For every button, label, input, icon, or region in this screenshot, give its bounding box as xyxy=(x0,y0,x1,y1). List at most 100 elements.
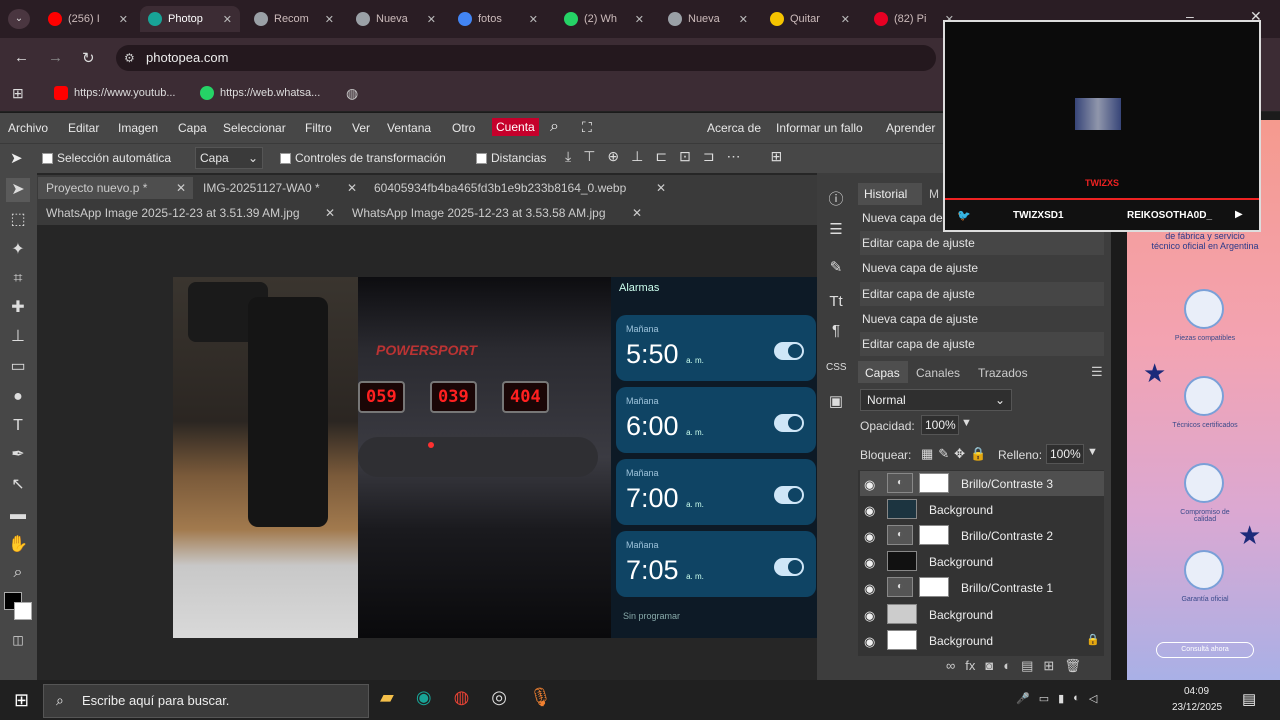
character-icon[interactable]: Tt xyxy=(826,293,846,313)
chrome-icon[interactable]: ◍ xyxy=(454,687,470,708)
auto-select-option[interactable]: Selección automática xyxy=(42,151,171,165)
app-tray-icon[interactable]: ◐ xyxy=(1073,692,1080,705)
doc-tab[interactable]: 60405934fb4ba465fd3b1e9b233b8164_0.webp xyxy=(374,181,626,195)
transform-controls-option[interactable]: Controles de transformación xyxy=(280,151,446,165)
history-item[interactable]: Editar capa de ajuste xyxy=(860,231,1104,255)
lock-icons[interactable]: ▦✎✥🔒 xyxy=(921,446,991,462)
effects-icon[interactable]: fx xyxy=(965,658,975,674)
pen-tool-icon[interactable]: ✒ xyxy=(6,443,30,467)
tab-layers[interactable]: Capas xyxy=(865,366,900,380)
marquee-tool-icon[interactable]: ⬚ xyxy=(6,208,30,232)
browser-tab[interactable]: Photop ✕ xyxy=(140,6,240,32)
visibility-eye-icon[interactable]: ◉ xyxy=(864,581,875,597)
distances-checkbox[interactable] xyxy=(476,152,487,164)
close-tab-icon[interactable]: ✕ xyxy=(119,13,128,26)
visibility-eye-icon[interactable]: ◉ xyxy=(864,477,875,493)
fill-input[interactable]: 100% xyxy=(1046,444,1084,464)
distribute-icon[interactable]: ⋯ xyxy=(727,148,741,165)
align-bottom-icon[interactable]: ⊥ xyxy=(631,148,643,165)
close-tab-icon[interactable]: ✕ xyxy=(529,13,538,26)
image-icon[interactable]: ▣ xyxy=(826,392,846,412)
layer-mode-select[interactable]: Capa ⌄ xyxy=(195,147,263,169)
site-info-icon[interactable]: ⚙ xyxy=(124,51,135,65)
quick-mask-icon[interactable]: ◫ xyxy=(6,628,30,652)
align-right-icon[interactable]: ⊐ xyxy=(703,148,715,165)
file-explorer-icon[interactable]: ▰ xyxy=(380,687,394,708)
paragraph-icon[interactable]: ¶ xyxy=(826,322,846,342)
healing-brush-icon[interactable]: ✚ xyxy=(6,296,30,320)
visibility-eye-icon[interactable]: ◉ xyxy=(864,634,875,650)
volume-icon[interactable]: ◁ xyxy=(1089,692,1097,705)
adjustment-layer-icon[interactable]: ◐ xyxy=(1003,658,1011,674)
hand-tool-icon[interactable]: ✋ xyxy=(6,533,30,557)
tab-m[interactable]: M xyxy=(929,187,939,201)
menu-filtro[interactable]: Filtro xyxy=(305,121,332,135)
bookmark-youtube[interactable]: https://www.youtub... xyxy=(54,86,176,100)
close-icon[interactable]: ✕ xyxy=(176,181,186,195)
back-icon[interactable]: ← xyxy=(14,49,29,66)
obs-icon[interactable]: ◎ xyxy=(491,687,507,708)
close-tab-icon[interactable]: ✕ xyxy=(325,13,334,26)
link-icon[interactable]: ∞ xyxy=(946,658,955,674)
history-item[interactable]: Nueva capa de ajuste xyxy=(860,307,1104,331)
crop-tool-icon[interactable]: ⌗ xyxy=(6,267,30,291)
browser-tab[interactable]: Recom ✕ xyxy=(246,6,342,32)
close-tab-icon[interactable]: ✕ xyxy=(841,13,850,26)
menu-about[interactable]: Acerca de xyxy=(707,121,761,135)
mic-icon[interactable]: 🎤 xyxy=(1016,692,1030,705)
mask-icon[interactable]: ◙ xyxy=(985,658,993,674)
shape-tool-icon[interactable]: ▬ xyxy=(6,503,30,527)
network-icon[interactable]: ▭ xyxy=(1039,692,1049,705)
menu-otro[interactable]: Otro xyxy=(452,121,475,135)
align-middle-icon[interactable]: ⊕ xyxy=(607,148,619,165)
browser-tab[interactable]: Nueva ✕ xyxy=(348,6,444,32)
windows-start-icon[interactable]: ⊞ xyxy=(14,690,29,711)
browser-tab[interactable]: Nueva ✕ xyxy=(660,6,756,32)
opacity-input[interactable]: 100% xyxy=(921,415,959,435)
download-icon[interactable]: ⤓ xyxy=(565,148,571,165)
close-tab-icon[interactable]: ✕ xyxy=(427,13,436,26)
visibility-eye-icon[interactable]: ◉ xyxy=(864,503,875,519)
align-left-icon[interactable]: ⊏ xyxy=(655,148,667,165)
visibility-eye-icon[interactable]: ◉ xyxy=(864,608,875,624)
path-select-icon[interactable]: ↖ xyxy=(6,473,30,497)
clock-time[interactable]: 04:09 xyxy=(1184,686,1209,697)
panel-menu-icon[interactable]: ☰ xyxy=(1091,364,1103,380)
doc-tab[interactable]: IMG-20251127-WA0 * xyxy=(203,181,320,195)
browser-tab[interactable]: fotos ✕ xyxy=(450,6,546,32)
history-item[interactable]: Nueva capa de ajuste xyxy=(860,256,1104,280)
caret-down-icon[interactable]: ▼ xyxy=(961,417,972,429)
grid-icon[interactable]: ⊞ xyxy=(771,148,783,165)
brush-icon[interactable]: ✎ xyxy=(826,258,846,278)
reload-icon[interactable]: ↻ xyxy=(82,49,95,67)
visibility-eye-icon[interactable]: ◉ xyxy=(864,529,875,545)
tab-channels[interactable]: Canales xyxy=(916,366,960,380)
doc-tab[interactable]: Proyecto nuevo.p * xyxy=(46,181,147,195)
close-tab-icon[interactable]: ✕ xyxy=(739,13,748,26)
browser-tab[interactable]: (2) Wh ✕ xyxy=(556,6,652,32)
close-icon[interactable]: ✕ xyxy=(347,181,357,195)
properties-icon[interactable]: ☰ xyxy=(826,220,846,240)
distances-option[interactable]: Distancias xyxy=(476,151,546,165)
fullscreen-icon[interactable]: ⛶ xyxy=(582,119,592,136)
magic-wand-icon[interactable]: ✦ xyxy=(6,238,30,262)
microphone-icon[interactable]: 🎙 xyxy=(529,687,552,708)
text-tool-icon[interactable]: T xyxy=(6,414,30,438)
background-color[interactable] xyxy=(14,602,32,620)
clock-date[interactable]: 23/12/2025 xyxy=(1172,702,1222,713)
move-tool-icon[interactable]: ➤ xyxy=(6,178,30,202)
history-item[interactable]: Editar capa de ajuste xyxy=(860,332,1104,356)
doc-tab[interactable]: WhatsApp Image 2025-12-23 at 3.53.58 AM.… xyxy=(352,206,606,220)
stamp-tool-icon[interactable]: ⊥ xyxy=(6,325,30,349)
menu-learn[interactable]: Aprender xyxy=(886,121,935,135)
menu-capa[interactable]: Capa xyxy=(178,121,207,135)
folder-icon[interactable]: ▤ xyxy=(1021,658,1033,674)
close-icon[interactable]: ✕ xyxy=(656,181,666,195)
browser-tab[interactable]: Quitar ✕ xyxy=(762,6,858,32)
blur-tool-icon[interactable]: ● xyxy=(6,385,30,409)
close-tab-icon[interactable]: ✕ xyxy=(635,13,644,26)
zoom-tool-icon[interactable]: ⌕ xyxy=(6,561,30,585)
gradient-tool-icon[interactable]: ▭ xyxy=(6,355,30,379)
css-icon[interactable]: CSS xyxy=(826,362,847,382)
menu-seleccionar[interactable]: Seleccionar xyxy=(223,121,286,135)
